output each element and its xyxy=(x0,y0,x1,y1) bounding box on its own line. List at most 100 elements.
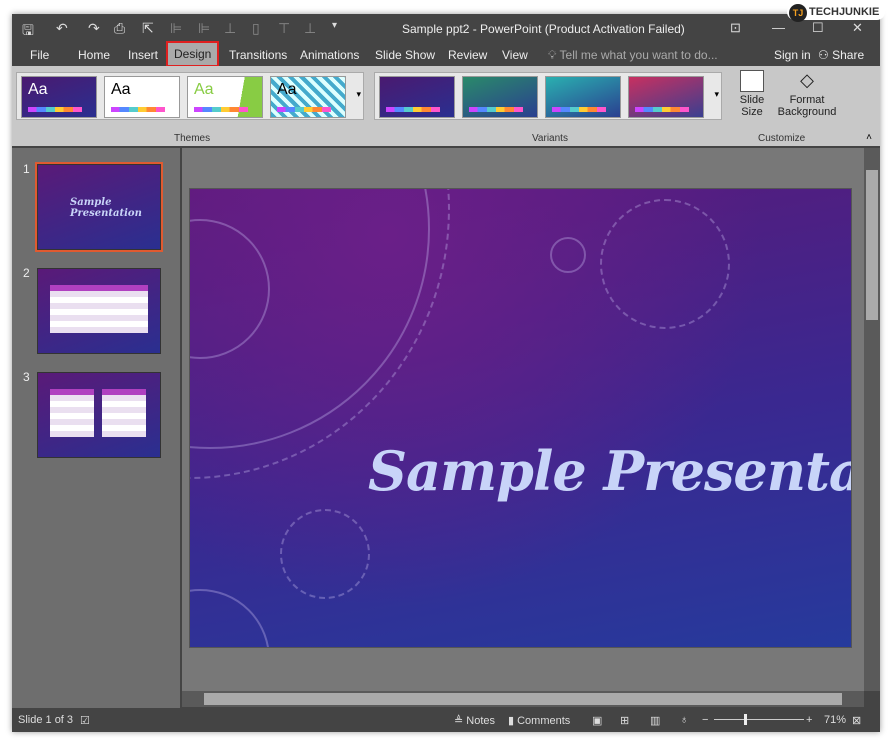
minimize-icon[interactable]: — xyxy=(772,20,785,35)
print-preview-icon[interactable]: ⎙ xyxy=(114,20,125,37)
ribbon: Aa Aa Aa Aa ▾ Themes ▾ Variants Slide Si… xyxy=(12,66,880,146)
spell-check-icon[interactable]: ☑ xyxy=(80,714,90,727)
align-left-icon[interactable]: ⊫ xyxy=(170,20,182,37)
align-bottom-icon[interactable]: ⊥ xyxy=(304,20,316,37)
powerpoint-window: 🖫 ↶ ↷ ⎙ ⇱ ⊫ ⊫ ⊥ ▯ ⊤ ⊥ ▾ Sample ppt2 - Po… xyxy=(12,4,886,732)
decorative-ring xyxy=(550,237,586,273)
normal-view-icon[interactable]: ▣ xyxy=(592,714,602,727)
lightbulb-icon: 💡︎ xyxy=(548,48,557,62)
themes-label: Themes xyxy=(174,133,211,144)
theme-thumbnail[interactable]: Aa xyxy=(270,76,346,118)
slide-counter: Slide 1 of 3 xyxy=(18,714,74,726)
theme-sample: Aa xyxy=(111,81,131,98)
zoom-level[interactable]: 71% xyxy=(824,714,846,726)
gallery-more-icon[interactable]: ▾ xyxy=(356,89,361,100)
title-bar: 🖫 ↶ ↷ ⎙ ⇱ ⊫ ⊫ ⊥ ▯ ⊤ ⊥ ▾ Sample ppt2 - Po… xyxy=(12,4,886,44)
variant-thumbnail[interactable] xyxy=(545,76,621,118)
variant-thumbnail[interactable] xyxy=(462,76,538,118)
theme-thumbnail[interactable]: Aa xyxy=(187,76,263,118)
comments-button[interactable]: ▮ Comments xyxy=(508,714,570,727)
tab-animations[interactable]: Animations xyxy=(300,48,359,62)
variants-gallery: ▾ xyxy=(374,72,722,120)
zoom-out-icon[interactable]: − xyxy=(702,714,708,726)
tab-view[interactable]: View xyxy=(502,48,528,62)
slide-thumbnail-3[interactable] xyxy=(37,372,161,458)
window-title: Sample ppt2 - PowerPoint (Product Activa… xyxy=(402,22,685,36)
fit-to-window-icon[interactable]: ⊠ xyxy=(852,714,861,727)
reading-view-icon[interactable]: ▥ xyxy=(650,714,660,727)
tab-file[interactable]: File xyxy=(30,48,49,62)
slide-title[interactable]: Sample Presentation xyxy=(368,439,851,503)
thumbnail-table xyxy=(50,389,94,437)
tab-insert[interactable]: Insert xyxy=(128,48,158,62)
scroll-thumb[interactable] xyxy=(204,693,842,705)
techjunkie-logo: TECHJUNKIE xyxy=(787,4,886,22)
tab-design[interactable]: Design xyxy=(165,41,220,67)
zoom-slider[interactable] xyxy=(714,714,804,725)
slide-size-icon xyxy=(740,70,764,92)
align-center-icon[interactable]: ⊥ xyxy=(224,20,236,37)
thumbnail-table xyxy=(50,285,148,333)
customize-label: Customize xyxy=(758,133,806,144)
slide-sorter-icon[interactable]: ⊞ xyxy=(620,714,629,727)
align-middle-icon[interactable]: ▯ xyxy=(252,20,260,37)
thumbnail-title: Sample Presentation xyxy=(70,197,142,219)
zoom-slider-thumb[interactable] xyxy=(744,714,747,725)
share-button[interactable]: ⚇ Share xyxy=(818,48,864,62)
format-background-button[interactable]: ◇ Format Background xyxy=(774,70,840,118)
decorative-ring xyxy=(600,199,730,329)
slide-number: 1 xyxy=(23,162,30,176)
close-icon[interactable]: ✕ xyxy=(852,20,863,36)
slide-canvas[interactable]: Sample Presentation xyxy=(189,188,852,648)
variants-label: Variants xyxy=(532,133,568,144)
vertical-scrollbar[interactable] xyxy=(864,148,880,691)
ribbon-display-icon[interactable]: ⊡ xyxy=(730,20,741,36)
tab-slide-show[interactable]: Slide Show xyxy=(375,48,435,62)
slide-number: 3 xyxy=(23,370,30,384)
tab-transitions[interactable]: Transitions xyxy=(229,48,287,62)
sign-in-link[interactable]: Sign in xyxy=(774,48,811,62)
save-icon[interactable]: 🖫 xyxy=(22,20,34,44)
theme-sample: Aa xyxy=(277,81,297,98)
pointer-icon[interactable]: ⇱ xyxy=(142,20,154,37)
notes-button[interactable]: ≜ Notes xyxy=(454,714,495,727)
paint-bucket-icon: ◇ xyxy=(800,70,814,90)
maximize-icon[interactable]: ☐ xyxy=(812,20,824,36)
align-top-icon[interactable]: ⊤ xyxy=(278,20,290,37)
redo-icon[interactable]: ↷ xyxy=(88,20,100,37)
horizontal-scrollbar[interactable] xyxy=(182,691,864,707)
decorative-ring xyxy=(280,509,370,599)
undo-icon[interactable]: ↶ xyxy=(56,20,68,37)
zoom-in-icon[interactable]: + xyxy=(806,714,812,726)
slide-thumbnails-pane: 1 Sample Presentation 2 3 xyxy=(12,148,180,708)
theme-thumbnail[interactable]: Aa xyxy=(21,76,97,118)
variant-thumbnail[interactable] xyxy=(628,76,704,118)
notes-label: Notes xyxy=(466,715,496,727)
tab-home[interactable]: Home xyxy=(78,48,110,62)
tell-me-search[interactable]: 💡︎ Tell me what you want to do... xyxy=(548,48,718,63)
tab-review[interactable]: Review xyxy=(448,48,487,62)
thumbnail-table xyxy=(102,389,146,437)
slide-size-label: Slide Size xyxy=(739,94,765,118)
gallery-more-icon[interactable]: ▾ xyxy=(714,89,719,100)
variant-thumbnail[interactable] xyxy=(379,76,455,118)
scroll-thumb[interactable] xyxy=(866,170,878,320)
collapse-ribbon-icon[interactable]: ˄ xyxy=(866,132,872,143)
person-icon: ⚇ xyxy=(818,48,829,62)
decorative-ring xyxy=(190,589,270,647)
align-right-icon[interactable]: ⊫ xyxy=(198,20,210,37)
status-bar: Slide 1 of 3 ☑ ≜ Notes ▮ Comments ▣ ⊞ ▥ … xyxy=(12,708,880,732)
comments-label: Comments xyxy=(517,715,571,727)
customize-toolbar-icon[interactable]: ▾ xyxy=(332,20,337,31)
slide-size-button[interactable]: Slide Size xyxy=(734,70,770,118)
slide-number: 2 xyxy=(23,266,30,280)
slideshow-icon[interactable]: ♁ xyxy=(680,714,688,726)
tell-me-placeholder: Tell me what you want to do... xyxy=(559,48,718,62)
theme-sample: Aa xyxy=(194,81,214,98)
theme-sample: Aa xyxy=(28,81,48,98)
slide-thumbnail-2[interactable] xyxy=(37,268,161,354)
slide-thumbnail-1[interactable]: Sample Presentation xyxy=(35,162,163,252)
share-label: Share xyxy=(832,48,865,62)
theme-thumbnail[interactable]: Aa xyxy=(104,76,180,118)
ribbon-tabs: File Home Insert Design Transitions Anim… xyxy=(12,41,880,67)
